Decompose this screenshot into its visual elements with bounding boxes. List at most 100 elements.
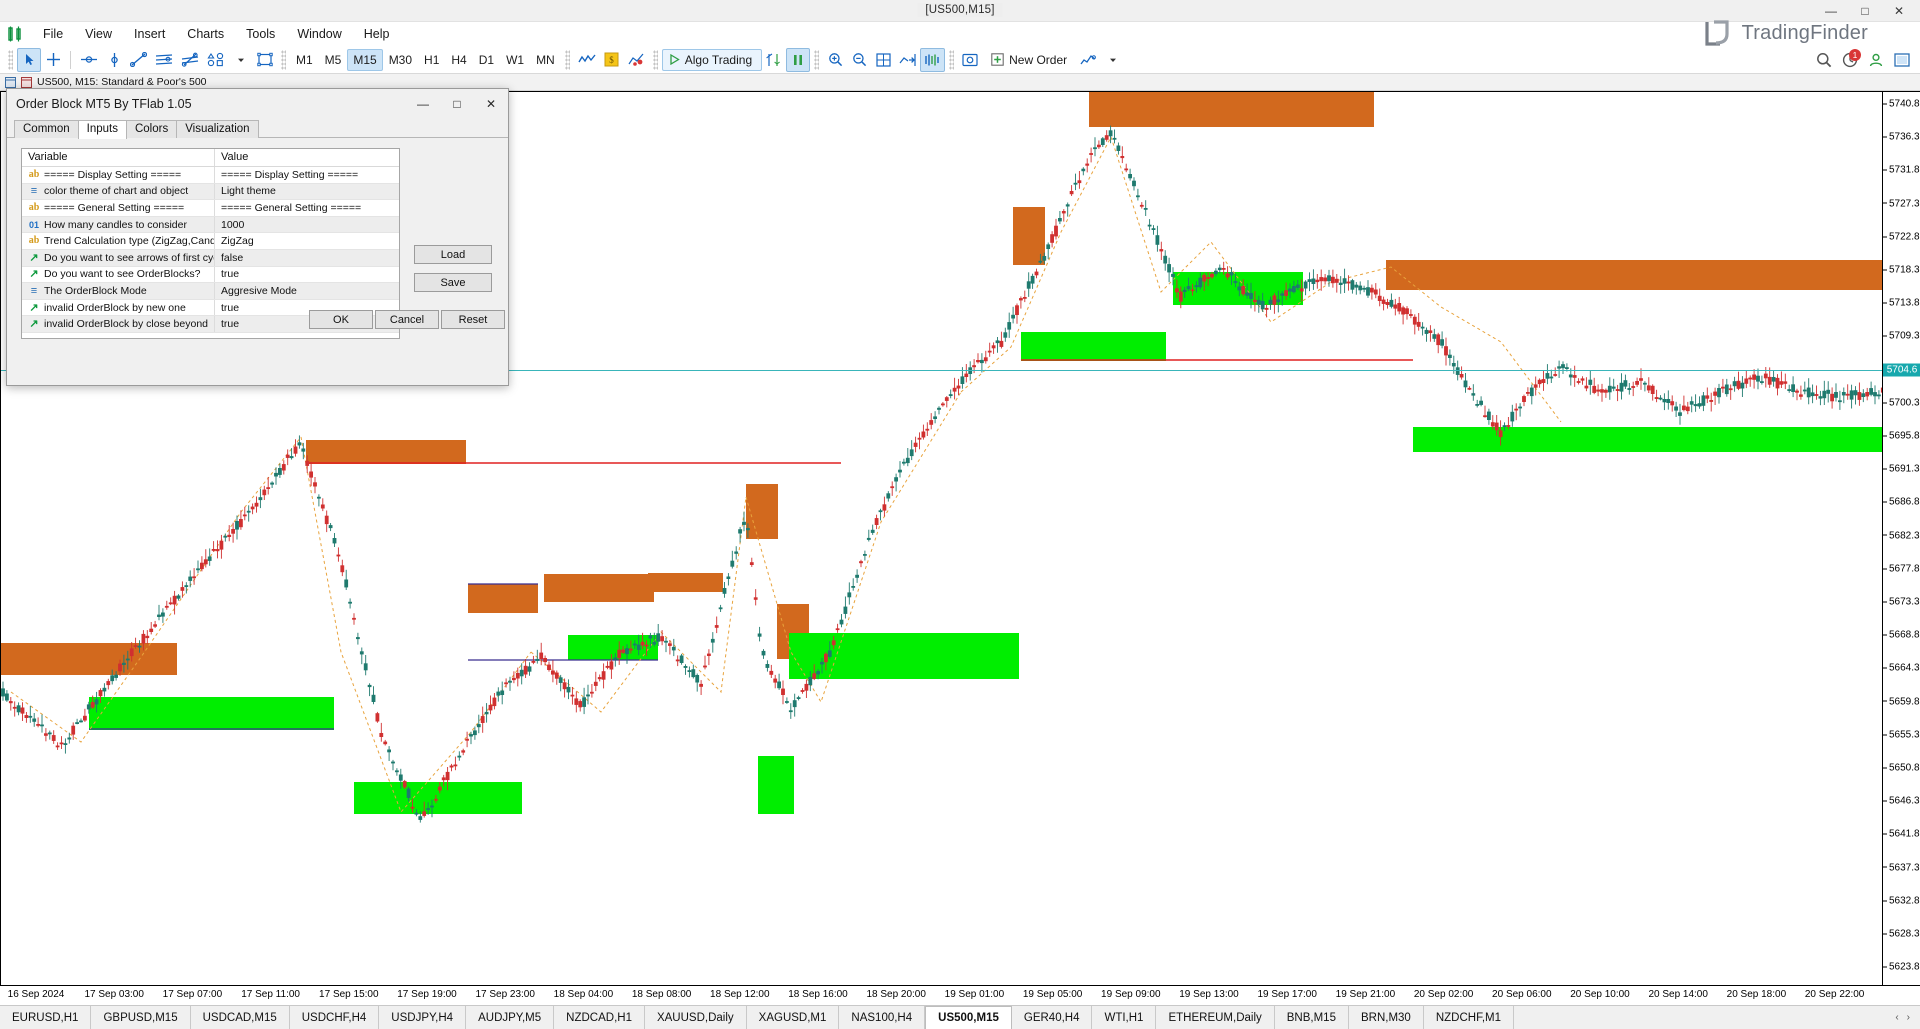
new-order-button[interactable]: New Order — [982, 49, 1076, 71]
expert-advisor-icon[interactable] — [624, 48, 649, 72]
tab-colors[interactable]: Colors — [126, 120, 177, 138]
cancel-button[interactable]: Cancel — [375, 310, 439, 329]
chart-shift-icon[interactable] — [920, 48, 945, 72]
dialog-minimize-button[interactable]: — — [406, 89, 440, 119]
timeframe-m5[interactable]: M5 — [319, 49, 348, 71]
chart-tab-usdjpy-h4[interactable]: USDJPY,H4 — [379, 1006, 466, 1029]
indicator-properties-dialog[interactable]: Order Block MT5 By TFlab 1.05 — □ ✕ Comm… — [6, 88, 509, 386]
close-button[interactable]: ✕ — [1882, 0, 1916, 22]
text-object-icon[interactable] — [253, 48, 277, 72]
grid-icon[interactable] — [871, 48, 895, 72]
vertical-line-icon[interactable] — [102, 48, 126, 72]
inputs-table-row[interactable]: ↗Do you want to see OrderBlocks?true — [22, 267, 399, 284]
toolbar-grip[interactable] — [8, 50, 13, 70]
trendline-icon[interactable] — [126, 48, 151, 72]
chart-tab-brn-m30[interactable]: BRN,M30 — [1349, 1006, 1424, 1029]
tab-next-icon[interactable]: › — [1907, 1012, 1910, 1023]
timeframe-w1[interactable]: W1 — [500, 49, 530, 71]
input-value-cell[interactable]: Light theme — [214, 184, 399, 200]
chart-tab-wti-h1[interactable]: WTI,H1 — [1092, 1006, 1156, 1029]
notifications-icon[interactable]: 1 — [1838, 48, 1862, 72]
timeframe-h4[interactable]: H4 — [445, 49, 472, 71]
dialog-title-bar[interactable]: Order Block MT5 By TFlab 1.05 — □ ✕ — [7, 89, 508, 119]
ok-button[interactable]: OK — [309, 310, 373, 329]
toolbar-grip-2[interactable] — [281, 50, 286, 70]
tab-visualization[interactable]: Visualization — [176, 120, 258, 138]
chart-tab-us500-m15[interactable]: US500,M15 — [925, 1006, 1012, 1029]
horizontal-line-icon[interactable] — [76, 48, 102, 72]
object-list-icon[interactable] — [958, 48, 982, 72]
dialog-close-button[interactable]: ✕ — [474, 89, 508, 119]
timeframe-h1[interactable]: H1 — [418, 49, 445, 71]
menu-item-help[interactable]: Help — [353, 24, 401, 44]
menu-item-tools[interactable]: Tools — [235, 24, 286, 44]
data-window-icon[interactable] — [762, 48, 786, 72]
load-button[interactable]: Load — [414, 245, 492, 264]
tab-common[interactable]: Common — [14, 120, 79, 138]
input-value-cell[interactable]: 1000 — [214, 217, 399, 233]
timeframe-m1[interactable]: M1 — [290, 49, 319, 71]
toolbar-grip-3[interactable] — [565, 50, 570, 70]
inputs-table-row[interactable]: ≡color theme of chart and objectLight th… — [22, 184, 399, 201]
chart-tab-gbpusd-m15[interactable]: GBPUSD,M15 — [91, 1006, 190, 1029]
crosshair-icon[interactable] — [41, 48, 65, 72]
timeframe-mn[interactable]: MN — [530, 49, 561, 71]
time-axis[interactable]: 16 Sep 202417 Sep 03:0017 Sep 07:0017 Se… — [0, 985, 1920, 1005]
algo-trading-button[interactable]: Algo Trading — [662, 49, 762, 71]
menu-item-charts[interactable]: Charts — [176, 24, 235, 44]
dialog-maximize-button[interactable]: □ — [440, 89, 474, 119]
chevron-down-icon[interactable] — [229, 48, 253, 72]
pause-trading-icon[interactable] — [786, 48, 810, 72]
chart-tab-ger40-h4[interactable]: GER40,H4 — [1012, 1006, 1093, 1029]
zoom-in-icon[interactable] — [823, 48, 847, 72]
fullscreen-icon[interactable] — [1890, 48, 1914, 72]
toolbar-grip-5[interactable] — [814, 50, 819, 70]
toolbar-grip-4[interactable] — [653, 50, 658, 70]
zoom-out-icon[interactable] — [847, 48, 871, 72]
search-icon[interactable] — [1812, 48, 1836, 72]
menu-item-file[interactable]: File — [32, 24, 74, 44]
auto-scroll-icon[interactable] — [895, 48, 920, 72]
chart-tab-usdchf-h4[interactable]: USDCHF,H4 — [290, 1006, 380, 1029]
menu-item-window[interactable]: Window — [286, 24, 352, 44]
chart-tab-eurusd-h1[interactable]: EURUSD,H1 — [0, 1006, 91, 1029]
tab-prev-icon[interactable]: ‹ — [1895, 1012, 1898, 1023]
toolbar-grip-6[interactable] — [949, 50, 954, 70]
chart-tab-audjpy-m5[interactable]: AUDJPY,M5 — [466, 1006, 554, 1029]
input-value-cell[interactable]: ===== Display Setting ===== — [214, 167, 399, 183]
input-value-cell[interactable]: Aggresive Mode — [214, 283, 399, 299]
inputs-table-row[interactable]: 01How many candles to consider1000 — [22, 217, 399, 234]
line-chart-icon[interactable] — [1076, 48, 1101, 72]
input-value-cell[interactable]: false — [214, 250, 399, 266]
chart-tab-nzdcad-h1[interactable]: NZDCAD,H1 — [554, 1006, 645, 1029]
indicators-icon[interactable] — [574, 48, 600, 72]
shapes-icon[interactable] — [203, 48, 229, 72]
input-value-cell[interactable]: true — [214, 267, 399, 283]
tab-inputs[interactable]: Inputs — [78, 120, 127, 139]
fibonacci-icon[interactable] — [177, 48, 203, 72]
cursor-icon[interactable] — [17, 48, 41, 72]
reset-button[interactable]: Reset — [441, 310, 505, 329]
chart-tab-ethereum-daily[interactable]: ETHEREUM,Daily — [1156, 1006, 1274, 1029]
input-value-cell[interactable]: ZigZag — [214, 233, 399, 249]
input-value-cell[interactable]: ===== General Setting ===== — [214, 200, 399, 216]
inputs-table-row[interactable]: ab===== Display Setting ========== Displ… — [22, 167, 399, 184]
timeframe-m30[interactable]: M30 — [383, 49, 418, 71]
account-icon[interactable] — [1864, 48, 1888, 72]
inputs-table-row[interactable]: abTrend Calculation type (ZigZag,Candle)… — [22, 233, 399, 250]
timeframe-d1[interactable]: D1 — [473, 49, 500, 71]
menu-item-insert[interactable]: Insert — [123, 24, 176, 44]
inputs-table-row[interactable]: ab===== General Setting ========== Gener… — [22, 200, 399, 217]
inputs-table-row[interactable]: ≡The OrderBlock ModeAggresive Mode — [22, 283, 399, 300]
channel-icon[interactable] — [151, 48, 177, 72]
save-button[interactable]: Save — [414, 273, 492, 292]
chart-tab-usdcad-m15[interactable]: USDCAD,M15 — [191, 1006, 290, 1029]
menu-item-view[interactable]: View — [74, 24, 123, 44]
chart-tab-xauusd-daily[interactable]: XAUUSD,Daily — [645, 1006, 747, 1029]
price-axis[interactable]: 5740.85736.35731.85727.35722.85718.35713… — [1882, 92, 1920, 985]
timeframe-m15[interactable]: M15 — [347, 49, 382, 71]
chevron-down-icon-2[interactable] — [1101, 48, 1125, 72]
strategy-tester-icon[interactable]: $ — [600, 48, 624, 72]
chart-tab-nas100-h4[interactable]: NAS100,H4 — [839, 1006, 925, 1029]
chart-tab-bnb-m15[interactable]: BNB,M15 — [1275, 1006, 1349, 1029]
